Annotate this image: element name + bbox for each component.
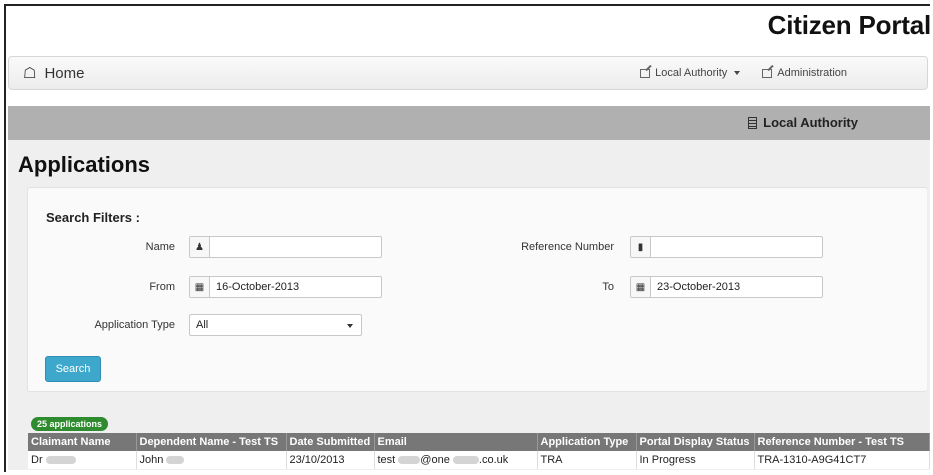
redacted-text [398,456,421,465]
date-submitted-cell: 23/10/2013 [286,451,375,469]
column-header[interactable]: Date Submitted [286,433,375,451]
dependent-name-text: John [139,454,164,466]
name-label: Name [145,241,175,253]
status-cell: In Progress [636,451,755,469]
email-mid: @one [420,454,450,466]
column-header[interactable]: Dependent Name - Test TS [136,433,287,451]
nav-local-authority-dropdown[interactable]: Local Authority [640,67,741,79]
table-header-row: Claimant Name Dependent Name - Test TS D… [28,433,930,451]
column-header[interactable]: Portal Display Status [636,433,755,451]
column-header[interactable]: Email [374,433,538,451]
dependent-name-cell: John [136,451,287,469]
email-cell: test @one .co.uk [374,451,538,469]
section-bar: Local Authority [8,106,930,140]
to-date-value: 23-October-2013 [657,281,741,293]
calendar-icon: ▦ [631,277,651,297]
results-count-badge: 25 applications [31,417,109,431]
calendar-icon: ▦ [190,277,210,297]
nav-home-link[interactable]: ☖ Home [23,64,85,83]
from-date-value: 16-October-2013 [216,281,300,293]
name-input[interactable]: ♟ [189,236,382,258]
reference-number-input[interactable]: ▮ [630,236,823,258]
column-header[interactable]: Claimant Name [28,433,137,451]
home-icon: ☖ [23,65,37,82]
column-header[interactable]: Reference Number - Test TS [754,433,930,451]
chevron-down-icon [734,71,741,75]
to-label: To [602,281,614,293]
building-icon [748,116,758,129]
from-label: From [149,281,175,293]
top-navbar: ☖ Home Local Authority Administration [8,56,928,90]
application-type-value: All [196,319,209,331]
brand-title: Citizen Portal [767,10,932,40]
email-end: .co.uk [478,454,509,466]
search-filters-title: Search Filters : [46,210,140,225]
column-header[interactable]: Application Type [537,433,637,451]
application-type-label: Application Type [94,319,175,331]
application-type-select[interactable]: All [189,314,362,336]
redacted-text [45,456,76,465]
to-date-input[interactable]: ▦ 23-October-2013 [630,276,823,298]
nav-administration-link[interactable]: Administration [762,67,847,79]
claimant-name-text: Dr [31,454,43,466]
redacted-text [166,456,185,465]
nav-administration-label: Administration [777,67,847,79]
redacted-text [452,456,479,465]
applications-table: Claimant Name Dependent Name - Test TS D… [28,433,930,469]
reference-number-label: Reference Number [521,241,614,253]
claimant-name-cell: Dr [28,451,137,469]
application-type-cell: TRA [537,451,637,469]
user-icon: ♟ [190,237,210,257]
search-button[interactable]: Search [45,356,101,382]
page-title: Applications [18,152,151,177]
section-bar-title: Local Authority [763,115,858,130]
from-date-input[interactable]: ▦ 16-October-2013 [189,276,382,298]
edit-icon [762,68,773,78]
nav-local-authority-label: Local Authority [655,67,728,79]
table-row[interactable]: Dr John 23/10/2013 test @one .co.uk TRA … [28,451,930,469]
book-icon: ▮ [631,237,651,257]
edit-icon [640,68,651,78]
nav-home-label: Home [44,64,85,82]
reference-cell: TRA-1310-A9G41CT7 [754,451,930,469]
email-start: test [377,454,396,466]
chevron-down-icon [347,324,353,328]
